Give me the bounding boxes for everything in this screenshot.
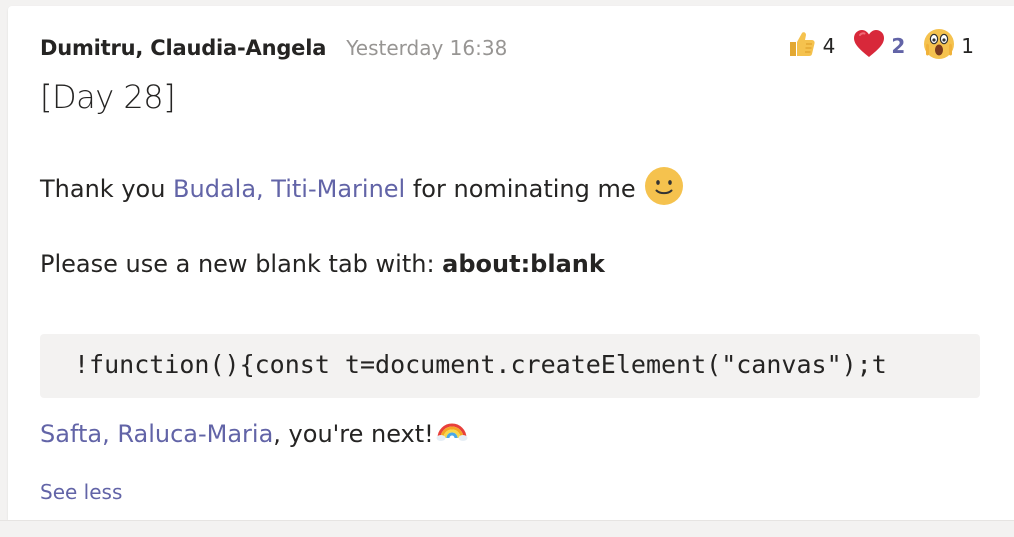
rainbow-emoji-icon <box>436 420 468 448</box>
thank-you-line: Thank you Budala, Titi-Marinel for nomin… <box>40 166 684 212</box>
reactions-bar: 4 2 1 <box>769 28 974 64</box>
message-card: Dumitru, Claudia-Angela Yesterday 16:38 … <box>8 6 1014 520</box>
next-nominee-line: Safta, Raluca-Maria , you're next! <box>40 420 468 448</box>
next-message-edge <box>0 520 1014 537</box>
next-nominee-suffix: , you're next! <box>273 420 434 448</box>
message-header: Dumitru, Claudia-Angela Yesterday 16:38 <box>40 36 507 60</box>
like-icon <box>787 29 817 63</box>
thank-you-suffix: for nominating me <box>405 175 636 203</box>
instructions-prefix: Please use a new blank tab with: <box>40 250 443 278</box>
see-less-link[interactable]: See less <box>40 480 122 504</box>
reaction-heart[interactable]: 2 <box>853 29 905 63</box>
reaction-surprised[interactable]: 1 <box>923 28 974 64</box>
surprised-count: 1 <box>961 34 974 58</box>
about-blank-text: about:blank <box>442 250 605 278</box>
heart-count: 2 <box>891 34 906 58</box>
message-timestamp: Yesterday 16:38 <box>346 36 508 60</box>
mention-safta[interactable]: Safta, Raluca-Maria <box>40 420 273 448</box>
smile-emoji-icon <box>644 166 684 212</box>
reaction-like[interactable]: 4 <box>787 29 836 63</box>
instructions-line: Please use a new blank tab with: about:b… <box>40 250 605 278</box>
thank-you-prefix: Thank you <box>40 175 174 203</box>
author-name[interactable]: Dumitru, Claudia-Angela <box>40 36 326 60</box>
code-block[interactable]: !function(){const t=document.createEleme… <box>40 334 980 398</box>
message-title: [Day 28] <box>40 78 176 116</box>
surprised-icon <box>923 28 955 64</box>
mention-budala[interactable]: Budala, Titi-Marinel <box>173 175 405 203</box>
like-count: 4 <box>822 34 836 58</box>
heart-icon <box>853 29 885 63</box>
code-snippet: !function(){const t=document.createEleme… <box>74 350 887 379</box>
